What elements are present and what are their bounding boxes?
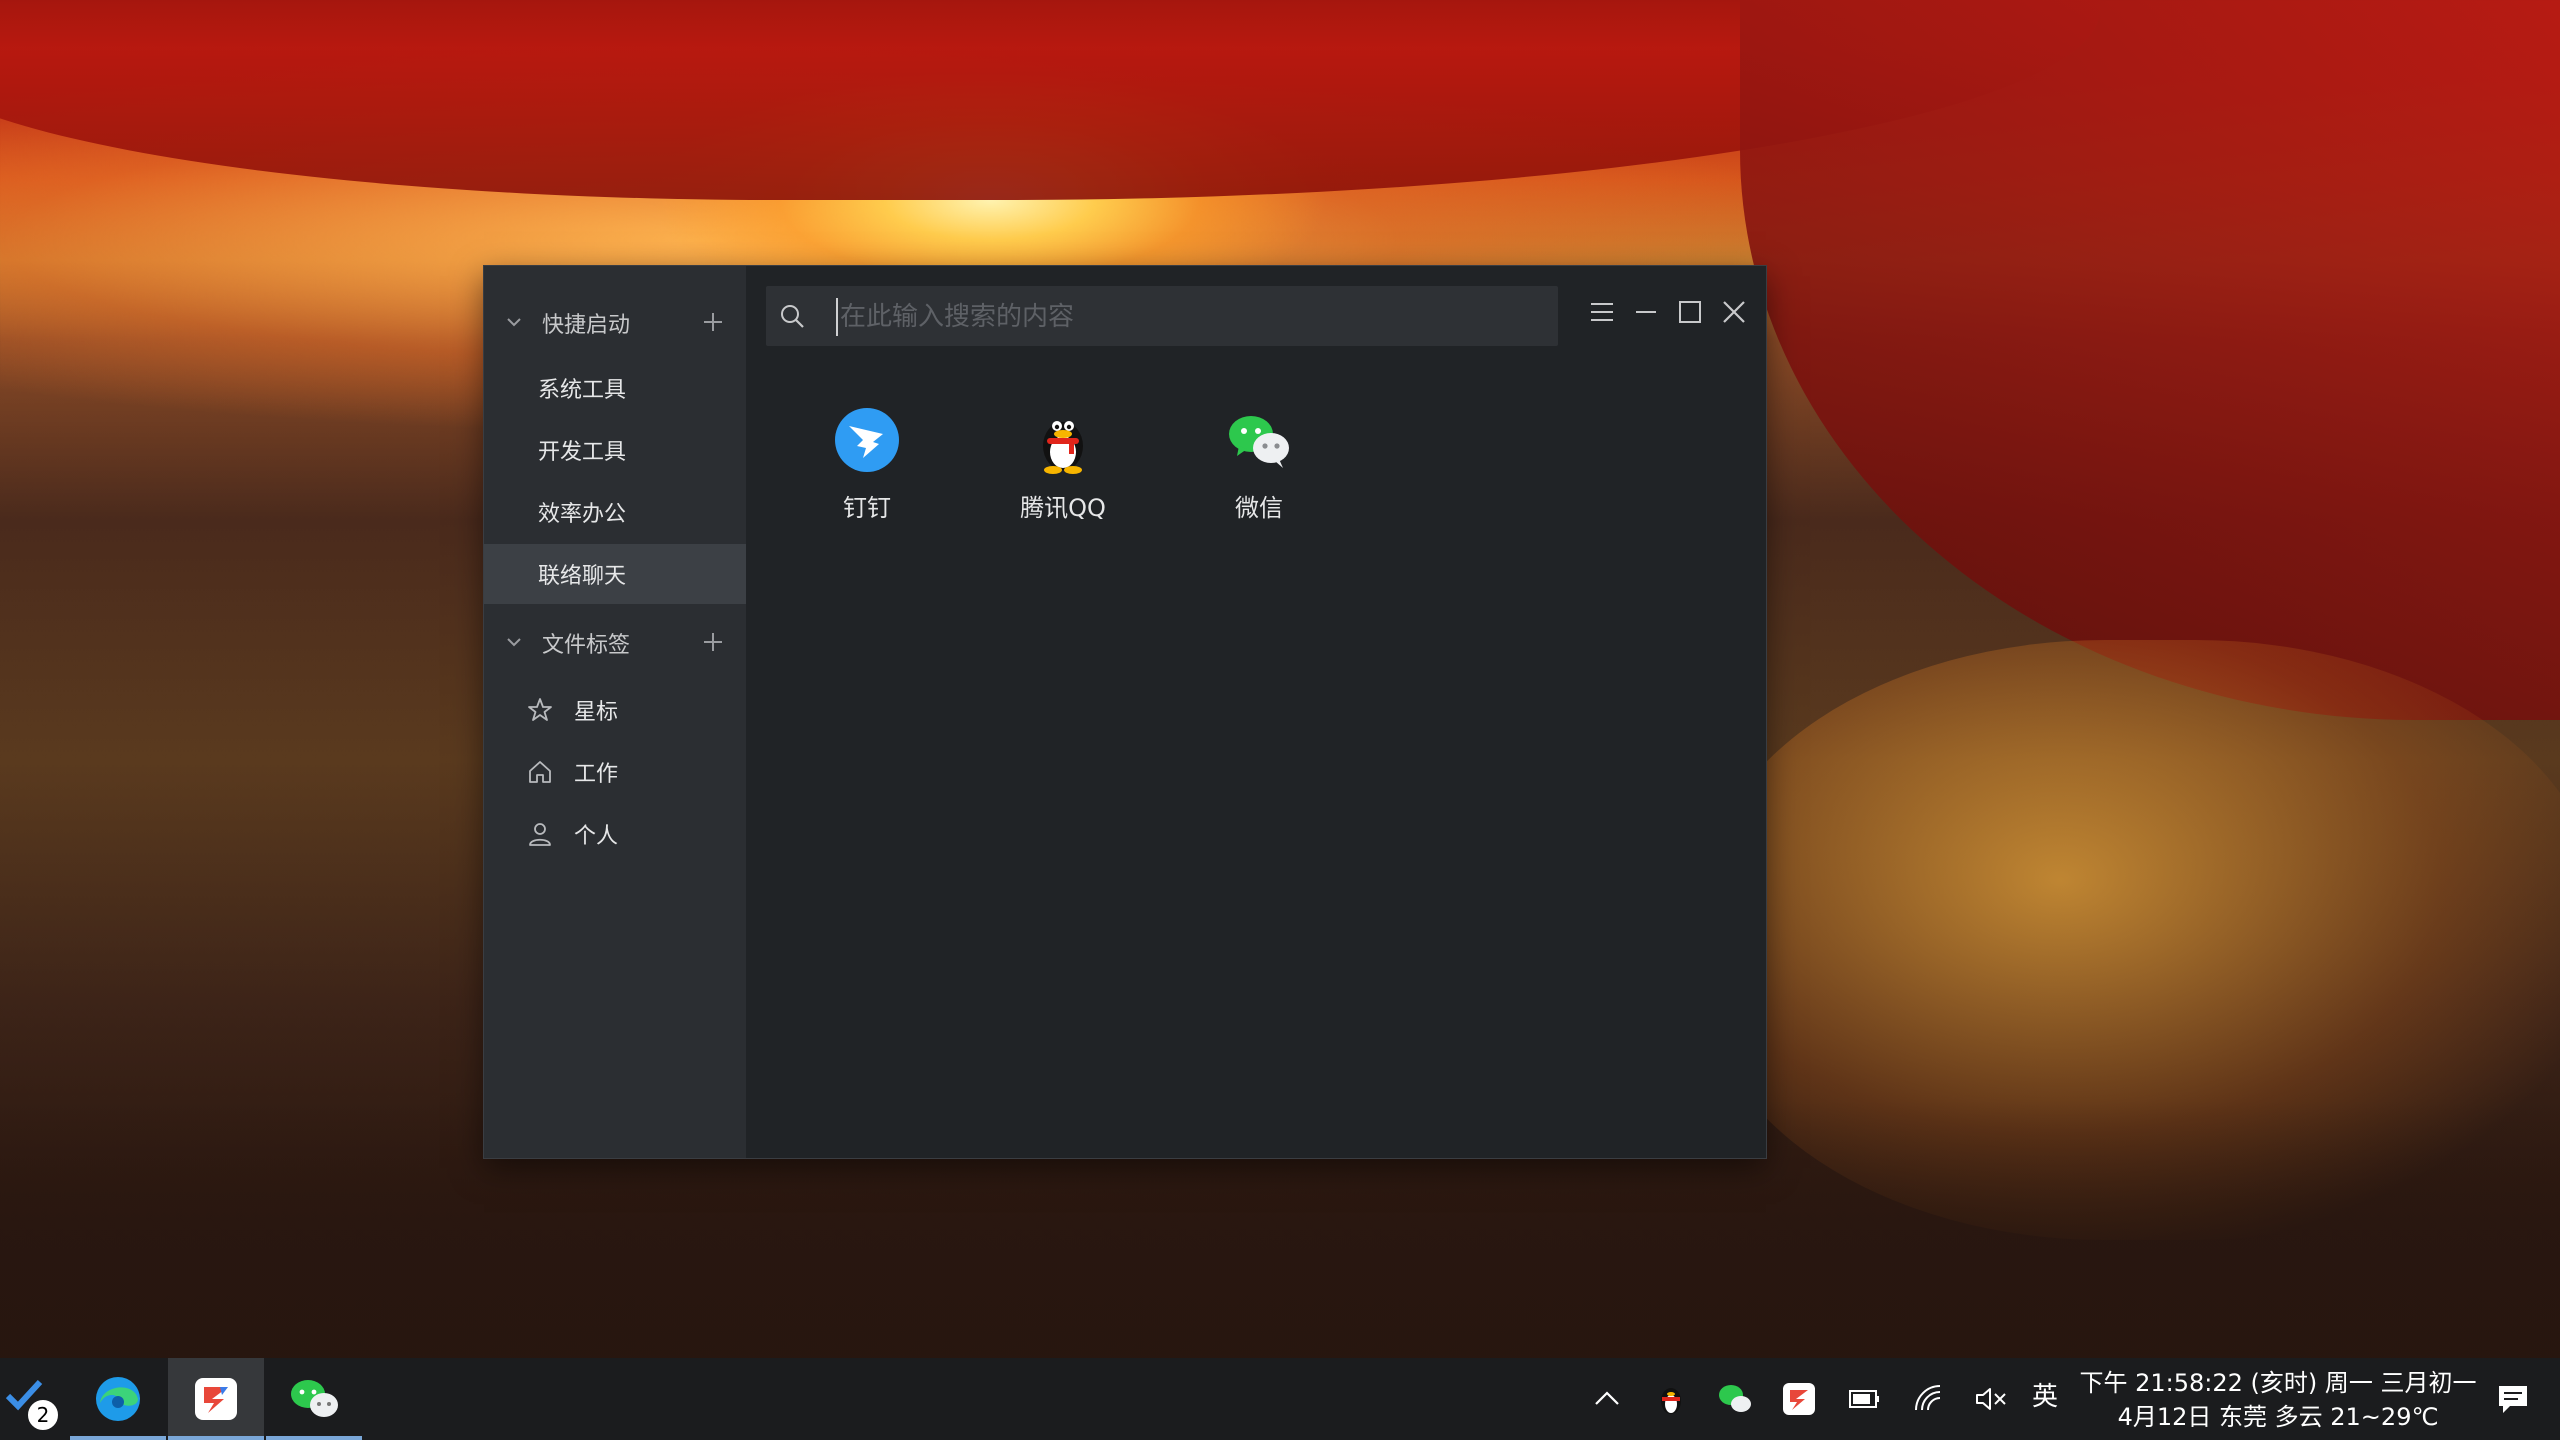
tag-item-star[interactable]: 星标 — [484, 680, 746, 740]
taskbar: 2 英 下午 21:58:22 (亥时) 周一 三月初一 4月12日 东莞 多云… — [0, 1358, 2560, 1440]
notification-icon[interactable] — [2494, 1380, 2532, 1418]
tag-item-work[interactable]: 工作 — [484, 742, 746, 802]
sidebar-item-label: 效率办公 — [538, 502, 627, 527]
qq-tray-icon[interactable] — [1652, 1380, 1690, 1418]
chevron-down-icon — [507, 638, 521, 647]
edge-browser-icon — [96, 1377, 140, 1421]
person-icon — [529, 823, 551, 846]
app-tile-wechat[interactable]: 微信 — [1184, 406, 1334, 526]
sidebar-item-dev-tools[interactable]: 开发工具 — [484, 420, 746, 480]
taskbar-running-indicator — [70, 1436, 166, 1440]
file-tags-header[interactable]: 文件标签 — [484, 618, 746, 668]
tag-label: 星标 — [574, 700, 619, 725]
sidebar: 快捷启动 系统工具 开发工具 效率办公 联络聊天 文件标签 星标 工作 个人 — [484, 266, 746, 1158]
wechat-tray-icon[interactable] — [1716, 1380, 1754, 1418]
app-name: 腾讯QQ — [1020, 494, 1106, 522]
app-name: 微信 — [1235, 494, 1283, 522]
tag-item-personal[interactable]: 个人 — [484, 804, 746, 864]
file-tags-label: 文件标签 — [542, 633, 631, 658]
search-icon — [781, 305, 804, 328]
minimize-icon[interactable] — [1632, 298, 1660, 326]
clock[interactable]: 下午 21:58:22 (亥时) 周一 三月初一 4月12日 东莞 多云 21~… — [2078, 1366, 2478, 1434]
search-input[interactable] — [836, 298, 1542, 336]
taskbar-edge-button[interactable] — [70, 1358, 166, 1440]
sidebar-item-label: 系统工具 — [538, 378, 627, 403]
clock-line-date: 4月12日 东莞 多云 21~29℃ — [2117, 1403, 2439, 1431]
quick-launch-header[interactable]: 快捷启动 — [484, 298, 746, 348]
star-icon — [528, 698, 552, 721]
app-tile-qq[interactable]: 腾讯QQ — [988, 406, 1138, 526]
todo-badge: 2 — [26, 1398, 60, 1432]
quick-launch-label: 快捷启动 — [542, 313, 631, 338]
launcher-app-icon — [195, 1378, 237, 1420]
taskbar-wechat-button[interactable] — [266, 1358, 362, 1440]
taskbar-running-indicator — [168, 1436, 264, 1440]
sidebar-item-label: 联络聊天 — [538, 564, 627, 589]
chevron-up-icon[interactable] — [1588, 1380, 1626, 1418]
close-icon[interactable] — [1720, 298, 1748, 326]
tag-label: 工作 — [574, 762, 619, 787]
app-name: 钉钉 — [843, 494, 891, 522]
tag-label: 个人 — [574, 824, 619, 849]
add-tag-button[interactable] — [702, 631, 724, 653]
chevron-down-icon — [507, 318, 521, 327]
network-icon[interactable] — [1910, 1380, 1948, 1418]
home-icon — [529, 761, 551, 783]
add-category-button[interactable] — [702, 311, 724, 333]
search-bar[interactable] — [766, 286, 1558, 346]
dingtalk-icon — [835, 408, 899, 472]
input-method-indicator[interactable]: 英 — [2032, 1376, 2058, 1413]
clock-line-time: 下午 21:58:22 (亥时) 周一 三月初一 — [2079, 1369, 2477, 1397]
sidebar-item-label: 开发工具 — [538, 440, 627, 465]
sidebar-item-system-tools[interactable]: 系统工具 — [484, 358, 746, 418]
volume-muted-icon[interactable] — [1972, 1380, 2010, 1418]
taskbar-running-indicator — [266, 1436, 362, 1440]
sidebar-item-chat[interactable]: 联络聊天 — [484, 544, 746, 604]
wechat-icon — [1229, 416, 1289, 468]
main-panel: 钉钉 腾讯QQ 微信 — [746, 266, 1766, 1158]
maximize-icon[interactable] — [1676, 298, 1704, 326]
launcher-tray-icon[interactable] — [1780, 1380, 1818, 1418]
menu-icon[interactable] — [1588, 298, 1616, 326]
app-tile-dingtalk[interactable]: 钉钉 — [792, 406, 942, 526]
launcher-window: 快捷启动 系统工具 开发工具 效率办公 联络聊天 文件标签 星标 工作 个人 在… — [484, 266, 1766, 1158]
battery-icon[interactable] — [1846, 1380, 1884, 1418]
wallpaper-rock — [1740, 0, 2560, 720]
qq-icon — [1043, 421, 1083, 474]
sidebar-item-office[interactable]: 效率办公 — [484, 482, 746, 542]
wechat-icon — [291, 1380, 338, 1417]
taskbar-launcher-button[interactable] — [168, 1358, 264, 1440]
taskbar-todo-button[interactable]: 2 — [0, 1358, 66, 1440]
